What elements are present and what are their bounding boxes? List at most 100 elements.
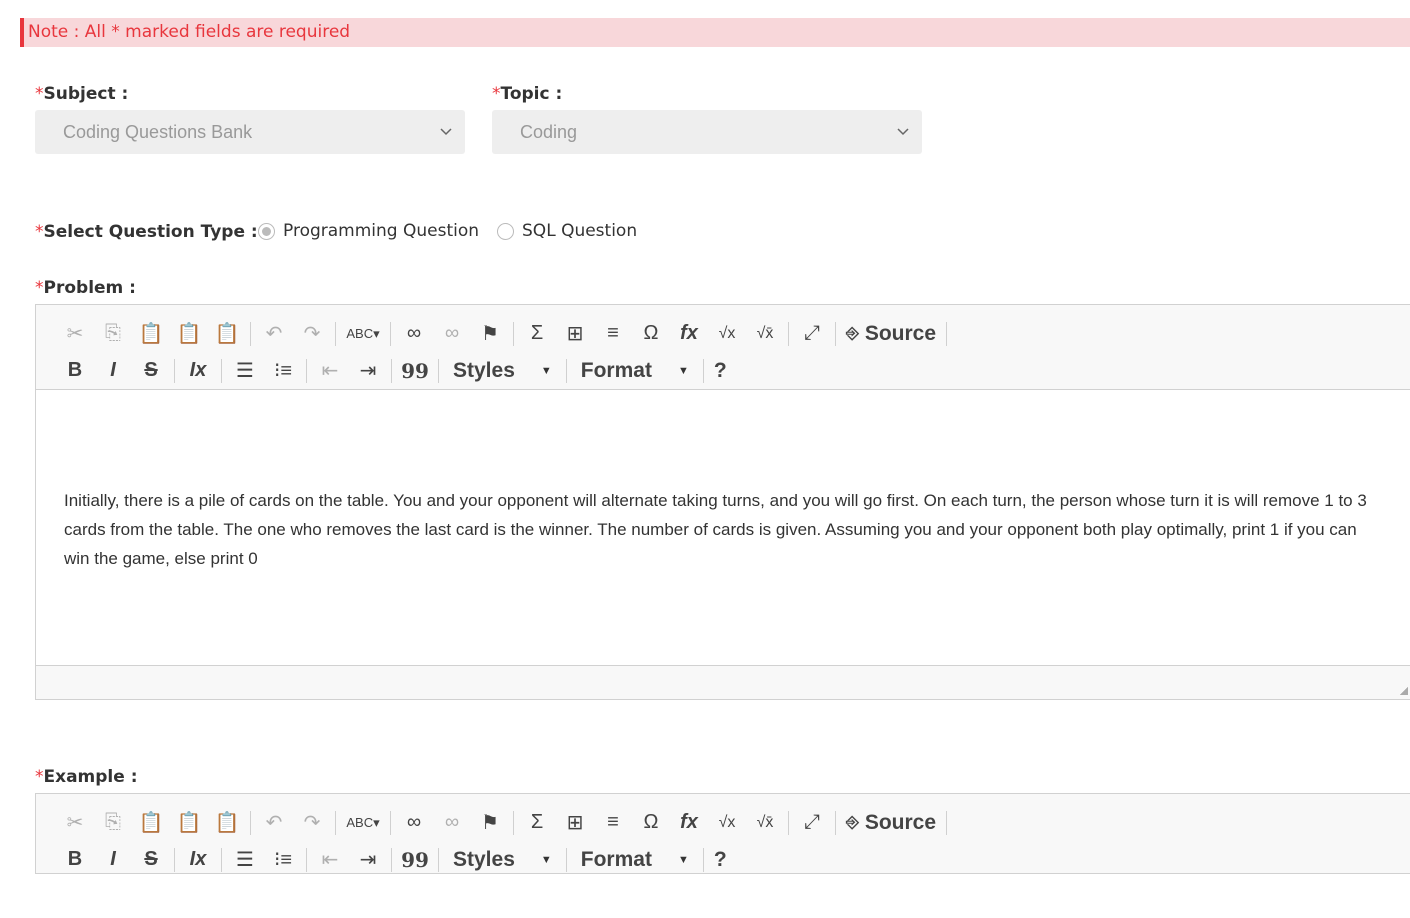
toolbar-separator: [174, 358, 175, 383]
topic-select-value: Coding: [520, 122, 578, 142]
source-button[interactable]: ⎆ Source: [840, 808, 942, 838]
example-editor-toolbar: ✂ ⎘ 📋 📋 📋 ↶ ↷ ABC▾ ∞ ∞ ⚑ Σ ⊞ ≡ Ω fx √x √…: [36, 794, 1410, 874]
programming-question-label[interactable]: Programming Question: [283, 221, 479, 241]
indent-icon[interactable]: ⇥: [349, 356, 387, 386]
toolbar-separator: [788, 321, 789, 346]
maximize-icon[interactable]: ⤢: [793, 319, 831, 349]
numbered-list-icon[interactable]: ☰: [226, 845, 264, 874]
paste-word-icon[interactable]: 📋: [208, 319, 246, 349]
problem-editor-content[interactable]: Initially, there is a pile of cards on t…: [36, 390, 1410, 665]
paste-text-icon[interactable]: 📋: [170, 808, 208, 838]
help-button[interactable]: ?: [708, 356, 733, 386]
toolbar-separator: [306, 847, 307, 872]
anchor-flag-icon[interactable]: ⚑: [471, 808, 509, 838]
format-label: Format: [580, 358, 652, 382]
redo-icon[interactable]: ↷: [293, 808, 331, 838]
copy-icon[interactable]: ⎘: [94, 319, 132, 349]
math-sigma-icon[interactable]: Σ: [518, 808, 556, 838]
horizontal-rule-icon[interactable]: ≡: [594, 808, 632, 838]
indent-icon[interactable]: ⇥: [349, 845, 387, 874]
undo-icon[interactable]: ↶: [255, 808, 293, 838]
caret-down-icon: ▼: [540, 853, 552, 866]
source-button[interactable]: ⎆ Source: [840, 319, 942, 349]
example-label: *Example :: [35, 767, 138, 787]
cut-icon[interactable]: ✂: [56, 319, 94, 349]
toolbar-separator: [390, 810, 391, 835]
italic-icon[interactable]: I: [94, 356, 132, 386]
topic-select[interactable]: Coding: [492, 110, 922, 154]
outdent-icon[interactable]: ⇤: [311, 356, 349, 386]
unlink-icon[interactable]: ∞: [433, 808, 471, 838]
subject-label-text: Subject :: [43, 84, 129, 104]
paste-icon[interactable]: 📋: [132, 319, 170, 349]
sqrt-box-icon[interactable]: √x̄: [746, 808, 784, 838]
paste-text-icon[interactable]: 📋: [170, 319, 208, 349]
toolbar-separator: [306, 358, 307, 383]
source-icon: ⎆: [846, 324, 859, 342]
link-icon[interactable]: ∞: [395, 808, 433, 838]
problem-label-text: Problem :: [43, 278, 136, 298]
bold-icon[interactable]: B: [56, 845, 94, 874]
toolbar-separator: [438, 358, 439, 383]
math-sigma-icon[interactable]: Σ: [518, 319, 556, 349]
toolbar-separator: [221, 847, 222, 872]
format-label: Format: [580, 847, 652, 871]
format-dropdown[interactable]: Format ▼: [571, 845, 699, 874]
copy-icon[interactable]: ⎘: [94, 808, 132, 838]
paste-word-icon[interactable]: 📋: [208, 808, 246, 838]
link-icon[interactable]: ∞: [395, 319, 433, 349]
bold-icon[interactable]: B: [56, 356, 94, 386]
strikethrough-icon[interactable]: S: [132, 845, 170, 874]
styles-label: Styles: [453, 358, 515, 382]
sqrt-x-icon[interactable]: √x: [708, 808, 746, 838]
question-type-label-text: Select Question Type :: [43, 222, 258, 242]
source-label: Source: [864, 321, 937, 345]
maximize-icon[interactable]: ⤢: [793, 808, 831, 838]
resize-handle-icon[interactable]: [1400, 687, 1408, 695]
subject-select[interactable]: Coding Questions Bank: [35, 110, 465, 154]
sqrt-x-icon[interactable]: √x: [708, 319, 746, 349]
formula-fx-icon[interactable]: fx: [670, 808, 708, 838]
outdent-icon[interactable]: ⇤: [311, 845, 349, 874]
styles-dropdown[interactable]: Styles ▼: [443, 845, 562, 874]
paste-icon[interactable]: 📋: [132, 808, 170, 838]
required-mark: *: [35, 767, 44, 787]
cut-icon[interactable]: ✂: [56, 808, 94, 838]
spellcheck-icon[interactable]: ABC▾: [340, 319, 386, 349]
remove-format-icon[interactable]: Ix: [179, 845, 217, 874]
unlink-icon[interactable]: ∞: [433, 319, 471, 349]
help-button[interactable]: ?: [708, 845, 733, 874]
numbered-list-icon[interactable]: ☰: [226, 356, 264, 386]
bulleted-list-icon[interactable]: ⁝≡: [264, 356, 302, 386]
styles-dropdown[interactable]: Styles ▼: [443, 356, 562, 386]
table-icon[interactable]: ⊞: [556, 319, 594, 349]
programming-question-radio[interactable]: [258, 222, 275, 240]
remove-format-icon[interactable]: Ix: [179, 356, 217, 386]
italic-icon[interactable]: I: [94, 845, 132, 874]
anchor-flag-icon[interactable]: ⚑: [471, 319, 509, 349]
formula-fx-icon[interactable]: fx: [670, 319, 708, 349]
required-mark: *: [35, 222, 44, 242]
toolbar-separator: [438, 847, 439, 872]
horizontal-rule-icon[interactable]: ≡: [594, 319, 632, 349]
caret-down-icon: ▼: [677, 853, 689, 866]
subject-label: *Subject :: [35, 84, 128, 104]
table-icon[interactable]: ⊞: [556, 808, 594, 838]
blockquote-icon[interactable]: 99: [396, 845, 434, 874]
bulleted-list-icon[interactable]: ⁝≡: [264, 845, 302, 874]
sqrt-box-icon[interactable]: √x̄: [746, 319, 784, 349]
editor-statusbar: [36, 665, 1410, 699]
strikethrough-icon[interactable]: S: [132, 356, 170, 386]
sql-question-label[interactable]: SQL Question: [522, 221, 637, 241]
example-label-text: Example :: [43, 767, 138, 787]
format-dropdown[interactable]: Format ▼: [571, 356, 699, 386]
sql-question-radio[interactable]: [497, 222, 515, 240]
toolbar-separator: [835, 810, 836, 835]
undo-icon[interactable]: ↶: [255, 319, 293, 349]
blockquote-icon[interactable]: 99: [396, 356, 434, 386]
toolbar-separator: [513, 810, 514, 835]
special-char-omega-icon[interactable]: Ω: [632, 808, 670, 838]
redo-icon[interactable]: ↷: [293, 319, 331, 349]
spellcheck-icon[interactable]: ABC▾: [340, 808, 386, 838]
special-char-omega-icon[interactable]: Ω: [632, 319, 670, 349]
